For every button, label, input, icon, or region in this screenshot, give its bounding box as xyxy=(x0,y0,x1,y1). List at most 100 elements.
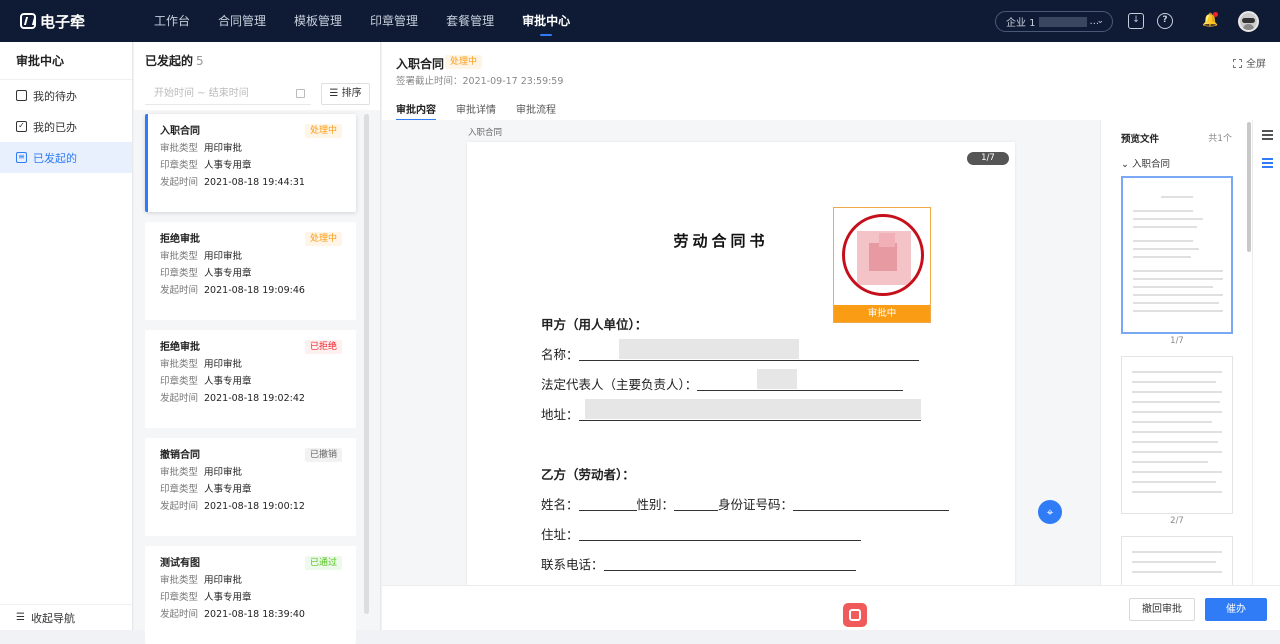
sidebar-item-my-todo[interactable]: 我的待办 xyxy=(0,80,132,111)
logo-icon xyxy=(20,13,36,29)
party-a-heading: 甲方（用人单位）： xyxy=(541,317,648,332)
preview-icon[interactable] xyxy=(1262,158,1273,168)
page-thumbnail[interactable] xyxy=(1121,356,1233,514)
thumbnail-page-number: 2/7 xyxy=(1170,516,1184,526)
approval-card[interactable]: 撤销合同 已撤销 审批类型 用印审批 印章类型 人事专用章 发起时间 2021-08-… xyxy=(145,438,356,536)
preview-group[interactable]: ⌄ 入职合同 xyxy=(1121,156,1170,170)
approval-card[interactable]: 拒绝审批 处理中 审批类型 用印审批 印章类型 人事专用章 发起时间 2021-08-… xyxy=(145,222,356,320)
collapse-icon: ☰ xyxy=(16,612,25,623)
approval-card[interactable]: 测试有图 已通过 审批类型 用印审批 印章类型 人事专用章 发起时间 2021-08-… xyxy=(145,546,356,644)
field-label: 印章类型 xyxy=(160,160,199,171)
approval-type-value: 用印审批 xyxy=(204,575,243,586)
main-nav: 工作台 合同管理 模板管理 印章管理 套餐管理 审批中心 xyxy=(140,0,584,42)
field-label: 审批类型 xyxy=(160,359,199,370)
avatar[interactable] xyxy=(1238,11,1259,32)
outline-icon[interactable] xyxy=(1262,130,1273,140)
nav-item-seal-management[interactable]: 印章管理 xyxy=(356,0,432,42)
sidebar-item-my-done[interactable]: ✓ 我的已办 xyxy=(0,111,132,142)
list-count: 5 xyxy=(196,54,204,68)
field-label: 发起时间 xyxy=(160,393,199,404)
page-thumbnail[interactable] xyxy=(1121,176,1233,334)
seal-stamp-box[interactable]: 审批中 xyxy=(833,207,931,323)
sidebar-title: 审批中心 xyxy=(0,42,132,80)
company-name-redacted xyxy=(1038,16,1087,27)
field-label: 住址： xyxy=(541,527,579,542)
status-badge: 处理中 xyxy=(304,232,342,246)
field-label: 法定代表人（主要负责人）： xyxy=(541,377,698,392)
sidebar-item-initiated[interactable]: ≡ 已发起的 xyxy=(0,142,132,173)
company-selector[interactable]: 企业 1 ... ⌄ xyxy=(995,11,1113,32)
locate-icon[interactable]: ⌖ xyxy=(1038,500,1062,524)
seal-status-label: 审批中 xyxy=(834,305,930,322)
redacted-text xyxy=(584,399,921,419)
preview-count: 共1个 xyxy=(1208,134,1232,144)
withdraw-approval-button[interactable]: 撤回审批 xyxy=(1129,598,1195,621)
party-a-rep-line: 法定代表人（主要负责人）： xyxy=(541,369,904,393)
list-title: 已发起的 xyxy=(145,54,194,68)
start-time-value: 2021-08-18 19:09:46 xyxy=(204,285,305,296)
fullscreen-label: 全屏 xyxy=(1246,59,1266,70)
sort-icon: ☰ xyxy=(329,88,339,99)
start-time-value: 2021-08-18 19:44:31 xyxy=(204,177,305,188)
approval-list-panel: 已发起的 5 开始时间 ~ 结束时间 ☰ 排序 入职合同 处理中 审批类型 用印审批… xyxy=(134,42,381,644)
addr-underline xyxy=(578,528,861,541)
field-label: 审批类型 xyxy=(160,143,199,154)
chevron-down-icon: ⌄ xyxy=(1121,159,1129,170)
approval-detail: 入职合同 处理中 签署截止时间：2021-09-17 23:59:59 全屏 审… xyxy=(382,42,1280,630)
field-label: 发起时间 xyxy=(160,501,199,512)
tab-approval-details[interactable]: 审批详情 xyxy=(456,101,496,118)
brand-logo[interactable]: 电子牵 xyxy=(20,11,140,32)
list-scrollbar[interactable] xyxy=(364,114,369,614)
fullscreen-button[interactable]: 全屏 xyxy=(1233,55,1266,70)
bell-icon[interactable]: 🔔 xyxy=(1202,12,1218,29)
redacted-text xyxy=(618,339,799,359)
nav-item-contract-management[interactable]: 合同管理 xyxy=(204,0,280,42)
tab-approval-content[interactable]: 审批内容 xyxy=(396,101,436,121)
collapse-nav-label: 收起导航 xyxy=(30,611,75,625)
field-label: 审批类型 xyxy=(160,575,199,586)
preview-scrollbar[interactable] xyxy=(1247,122,1251,252)
seal-type-value: 人事专用章 xyxy=(204,160,252,171)
date-range-picker[interactable]: 开始时间 ~ 结束时间 xyxy=(145,83,311,105)
phone-underline xyxy=(603,558,856,571)
preview-files-panel: 预览文件 共1个 ⌄ 入职合同 1/7 2/7 xyxy=(1100,120,1240,596)
date-range-placeholder: 开始时间 ~ 结束时间 xyxy=(154,88,249,99)
field-label: 审批类型 xyxy=(160,467,199,478)
calendar-icon xyxy=(296,89,305,98)
brand-mark-icon xyxy=(843,603,867,627)
collapse-nav-button[interactable]: ☰ 收起导航 xyxy=(0,604,132,630)
party-b-addr-line: 住址： xyxy=(541,524,861,543)
field-label: 印章类型 xyxy=(160,592,199,603)
approval-type-value: 用印审批 xyxy=(204,467,243,478)
help-icon[interactable]: ? xyxy=(1157,13,1173,29)
start-time-value: 2021-08-18 19:02:42 xyxy=(204,393,305,404)
document-icon: ≡ xyxy=(16,152,27,163)
sidebar: 审批中心 我的待办 ✓ 我的已办 ≡ 已发起的 ☰ 收起导航 xyxy=(0,42,133,630)
party-a-addr-line: 地址： xyxy=(541,399,921,423)
nav-item-workbench[interactable]: 工作台 xyxy=(140,0,204,42)
addr-underline xyxy=(578,399,921,421)
signing-deadline: 签署截止时间：2021-09-17 23:59:59 xyxy=(396,76,564,87)
nav-item-approval-center[interactable]: 审批中心 xyxy=(508,0,584,42)
nav-item-package-management[interactable]: 套餐管理 xyxy=(432,0,508,42)
document-page: 1/7 劳动合同书 审批中 甲方（用人单位）： 名称： 法定代表人（主要负责人）… xyxy=(467,142,1015,585)
seal-stamp-icon xyxy=(842,214,924,296)
seal-type-value: 人事专用章 xyxy=(204,484,252,495)
tab-approval-process[interactable]: 审批流程 xyxy=(516,101,556,118)
status-badge: 已通过 xyxy=(304,556,342,570)
brand-name: 电子牵 xyxy=(40,12,86,31)
preview-group-label: 入职合同 xyxy=(1132,159,1171,170)
calendar-icon xyxy=(16,90,27,101)
status-badge: 已撤销 xyxy=(304,448,342,462)
download-icon[interactable]: ↓ xyxy=(1128,13,1144,29)
nav-item-template-management[interactable]: 模板管理 xyxy=(280,0,356,42)
sidebar-item-label: 我的已办 xyxy=(33,120,77,134)
checkbox-icon: ✓ xyxy=(16,121,27,132)
name-underline xyxy=(578,498,637,511)
fullscreen-icon xyxy=(1233,59,1242,68)
approval-card[interactable]: 入职合同 处理中 审批类型 用印审批 印章类型 人事专用章 发起时间 2021-08-… xyxy=(145,114,356,212)
thumbnail-page-number: 1/7 xyxy=(1170,336,1184,346)
sort-button[interactable]: ☰ 排序 xyxy=(321,83,370,105)
approval-card[interactable]: 拒绝审批 已拒绝 审批类型 用印审批 印章类型 人事专用章 发起时间 2021-08-… xyxy=(145,330,356,428)
remind-button[interactable]: 催办 xyxy=(1205,598,1267,621)
